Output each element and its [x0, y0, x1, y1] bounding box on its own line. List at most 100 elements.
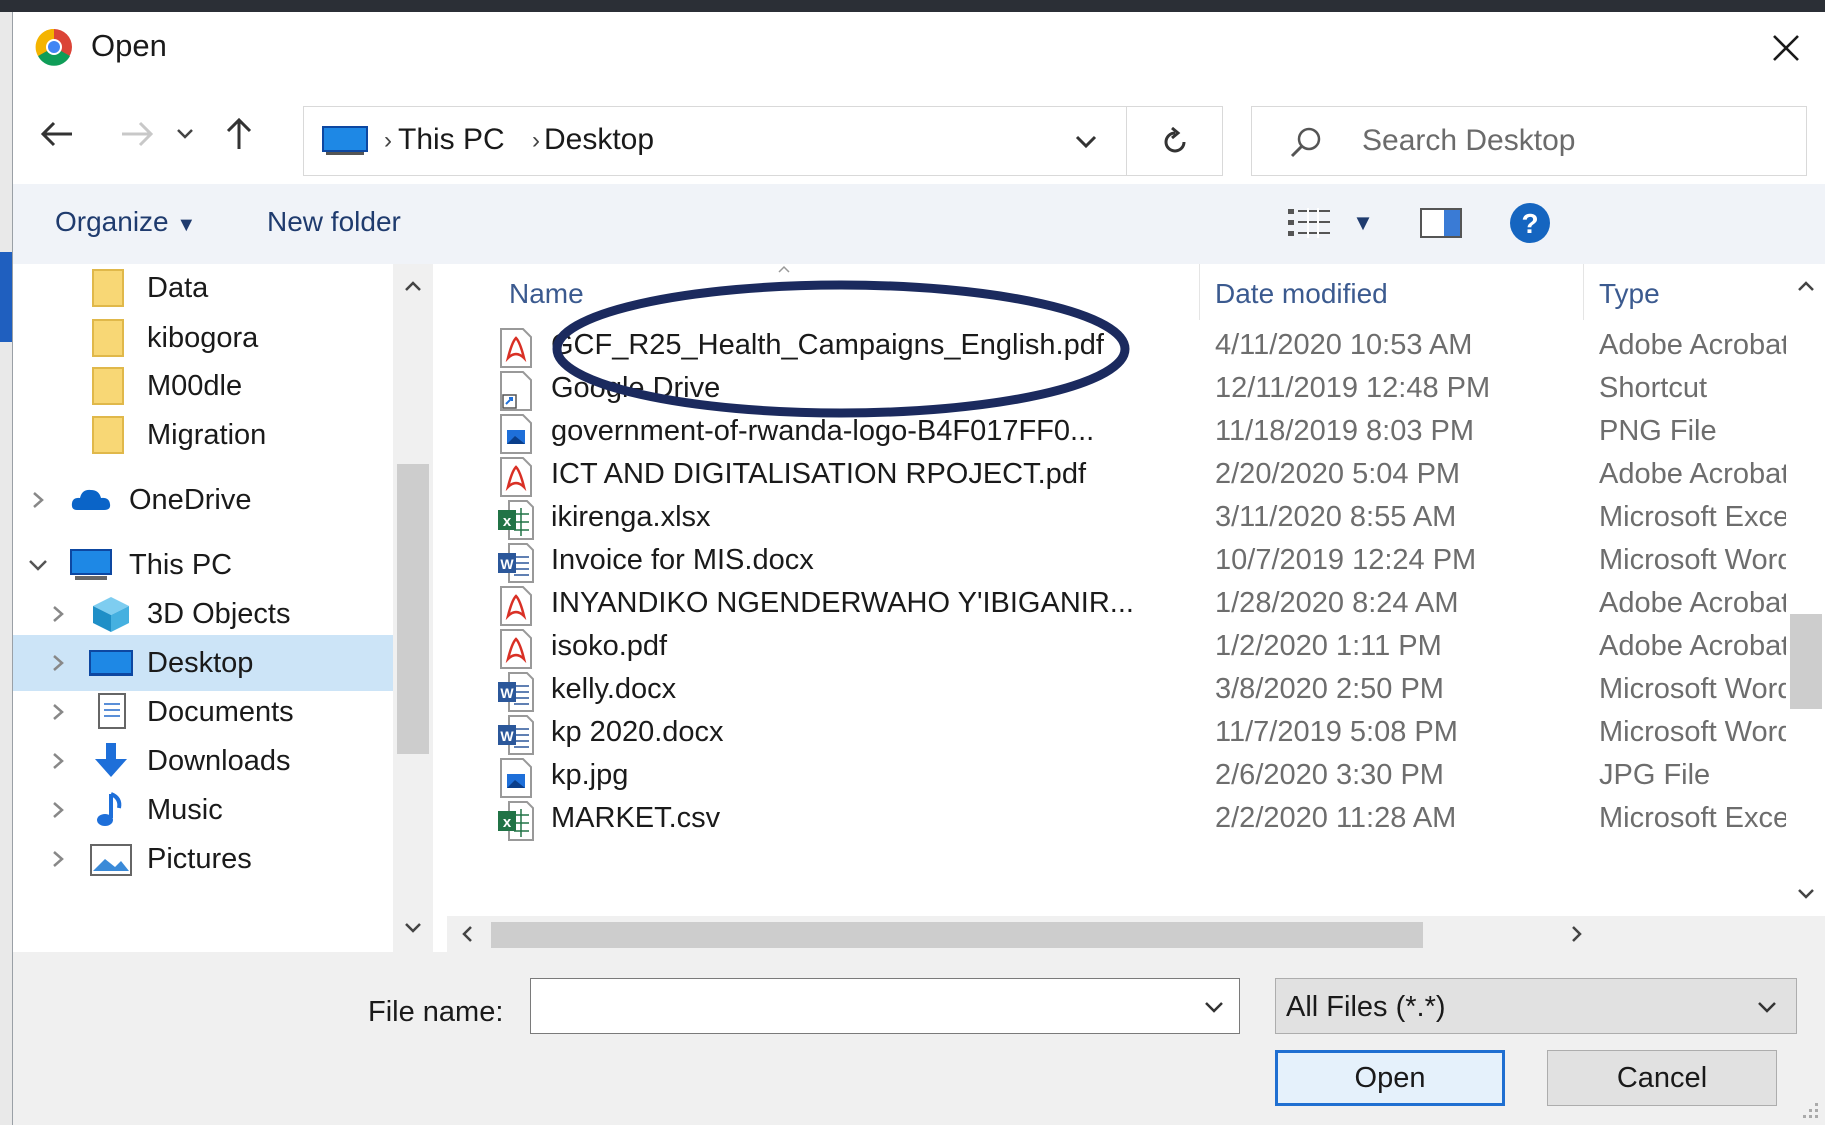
search-box[interactable] [1251, 106, 1807, 176]
pdf-file-icon [497, 629, 535, 669]
nav-item-this-pc[interactable]: This PC [13, 537, 393, 593]
forward-button[interactable] [111, 108, 163, 160]
file-list-horizontal-scrollbar[interactable] [447, 916, 1825, 952]
column-divider[interactable] [1583, 264, 1584, 320]
open-button[interactable]: Open [1275, 1050, 1505, 1106]
nav-item-onedrive[interactable]: OneDrive [13, 472, 393, 528]
scroll-down-arrow[interactable] [1792, 880, 1820, 908]
file-date-modified: 4/11/2020 10:53 AM [1215, 329, 1473, 361]
breadcrumb-this-pc[interactable]: This PC [398, 123, 505, 157]
file-type: Microsoft Word [1599, 544, 1787, 576]
address-bar[interactable]: › This PC › Desktop [303, 106, 1223, 176]
file-date-modified: 10/7/2019 12:24 PM [1215, 544, 1477, 576]
file-type: Adobe Acrobat [1599, 458, 1787, 490]
back-button[interactable] [31, 108, 83, 160]
expand-chevron-icon[interactable] [43, 697, 73, 727]
address-history-dropdown[interactable] [1064, 127, 1108, 157]
new-folder-button[interactable]: New folder [267, 206, 401, 238]
expand-chevron-icon[interactable] [43, 844, 73, 874]
column-header-type[interactable]: Type [1599, 278, 1660, 310]
recent-locations-button[interactable] [167, 108, 203, 160]
column-header-name[interactable]: Name [509, 278, 584, 310]
folder-icon [92, 319, 124, 357]
nav-item-desktop[interactable]: Desktop [13, 635, 393, 691]
file-name-combobox[interactable] [530, 978, 1240, 1034]
preview-pane-icon [1420, 208, 1462, 238]
collapse-chevron-icon[interactable] [23, 550, 53, 580]
nav-item-music[interactable]: Music [13, 782, 393, 838]
resize-grip-icon[interactable] [1797, 1097, 1819, 1119]
svg-text:?: ? [1521, 208, 1538, 239]
cancel-button[interactable]: Cancel [1547, 1050, 1777, 1106]
expand-chevron-icon[interactable] [43, 599, 73, 629]
file-row[interactable]: government-of-rwanda-logo-B4F017FF0... 11… [447, 408, 1787, 456]
search-input[interactable] [1362, 121, 1782, 161]
column-divider[interactable] [1199, 264, 1200, 320]
arrow-up-icon [226, 117, 252, 149]
scroll-right-arrow[interactable] [1563, 920, 1591, 948]
scrollbar-thumb[interactable] [397, 464, 429, 754]
music-icon [97, 792, 122, 826]
preview-pane-button[interactable] [1417, 200, 1465, 246]
scroll-left-arrow[interactable] [453, 920, 481, 948]
file-row[interactable]: Wkelly.docx 3/8/2020 2:50 PM Microsoft Wor… [447, 666, 1787, 714]
expand-chevron-icon[interactable] [43, 746, 73, 776]
search-icon [1290, 127, 1321, 158]
breadcrumb-desktop[interactable]: Desktop [544, 123, 654, 157]
arrow-right-icon [122, 121, 154, 147]
file-row[interactable]: isoko.pdf 1/2/2020 1:11 PM Adobe Acrobat [447, 623, 1787, 671]
file-row[interactable]: Google Drive 12/11/2019 12:48 PM Shortcut [447, 365, 1787, 413]
breadcrumb-separator: › [384, 127, 392, 154]
navigation-pane-scrollbar[interactable] [393, 264, 433, 952]
nav-item-m00dle[interactable]: M00dle [13, 358, 393, 414]
help-button[interactable]: ? [1507, 200, 1553, 246]
sort-ascending-icon [778, 265, 790, 273]
up-button[interactable] [213, 108, 265, 160]
file-list-vertical-scrollbar[interactable] [1786, 264, 1825, 916]
expand-chevron-icon[interactable] [43, 795, 73, 825]
column-header-date-modified[interactable]: Date modified [1215, 278, 1388, 310]
file-type-dropdown[interactable] [1752, 993, 1782, 1021]
view-options-button[interactable] [1285, 200, 1335, 246]
file-row[interactable]: x ikirenga.xlsx 3/11/2020 8:55 AM Microsoft… [447, 494, 1787, 542]
file-list-pane: Name Date modified Type GCF_R25_Health_C… [447, 264, 1825, 952]
computer-icon [322, 126, 368, 155]
chevron-up-icon [405, 281, 421, 291]
browser-body: Data kibogora M00dle Migration OneDrive [13, 264, 1825, 952]
file-name-input[interactable] [539, 985, 1159, 1027]
nav-item-migration[interactable]: Migration [13, 407, 393, 463]
organize-button[interactable]: Organize ▼ [55, 206, 196, 238]
scroll-down-arrow[interactable] [399, 914, 427, 942]
file-row[interactable]: INYANDIKO NGENDERWAHO Y'IBIGANIR... 1/28/… [447, 580, 1787, 628]
excel-file-icon: x [497, 500, 535, 540]
file-name: MARKET.csv [551, 802, 721, 834]
file-row[interactable]: kp.jpg 2/6/2020 3:30 PM JPG File [447, 752, 1787, 800]
scrollbar-thumb[interactable] [491, 922, 1423, 948]
computer-icon [70, 549, 112, 580]
view-options-dropdown[interactable]: ▼ [1345, 200, 1381, 246]
scrollbar-thumb[interactable] [1790, 614, 1822, 709]
scroll-up-arrow[interactable] [1792, 272, 1820, 300]
file-row[interactable]: GCF_R25_Health_Campaigns_English.pdf 4/11… [447, 322, 1787, 370]
close-button[interactable] [1759, 24, 1813, 72]
nav-item-documents[interactable]: Documents [13, 684, 393, 740]
file-row[interactable]: W Invoice for MIS.docx 10/7/2019 12:24 PM M… [447, 537, 1787, 585]
scroll-up-arrow[interactable] [399, 272, 427, 300]
background-window-edge [0, 12, 12, 1125]
nav-item-downloads[interactable]: Downloads [13, 733, 393, 789]
documents-icon [98, 693, 126, 729]
file-row[interactable]: Wkp 2020.docx 11/7/2019 5:08 PM Microsoft … [447, 709, 1787, 757]
file-name-dropdown[interactable] [1199, 993, 1229, 1021]
nav-item-data[interactable]: Data [13, 264, 393, 316]
nav-item-3d-objects[interactable]: 3D Objects [13, 586, 393, 642]
file-date-modified: 3/8/2020 2:50 PM [1215, 673, 1444, 705]
expand-chevron-icon[interactable] [43, 648, 73, 678]
file-row[interactable]: x MARKET.csv 2/2/2020 11:28 AM Microsoft Ex… [447, 795, 1787, 843]
folder-icon [92, 416, 124, 454]
refresh-button[interactable] [1140, 121, 1210, 163]
expand-chevron-icon[interactable] [23, 485, 53, 515]
file-type: PNG File [1599, 415, 1717, 447]
file-row[interactable]: ICT AND DIGITALISATION RPOJECT.pdf 2/20/2… [447, 451, 1787, 499]
nav-item-pictures[interactable]: Pictures [13, 831, 393, 887]
file-type-filter-select[interactable]: All Files (*.*) [1275, 978, 1797, 1034]
